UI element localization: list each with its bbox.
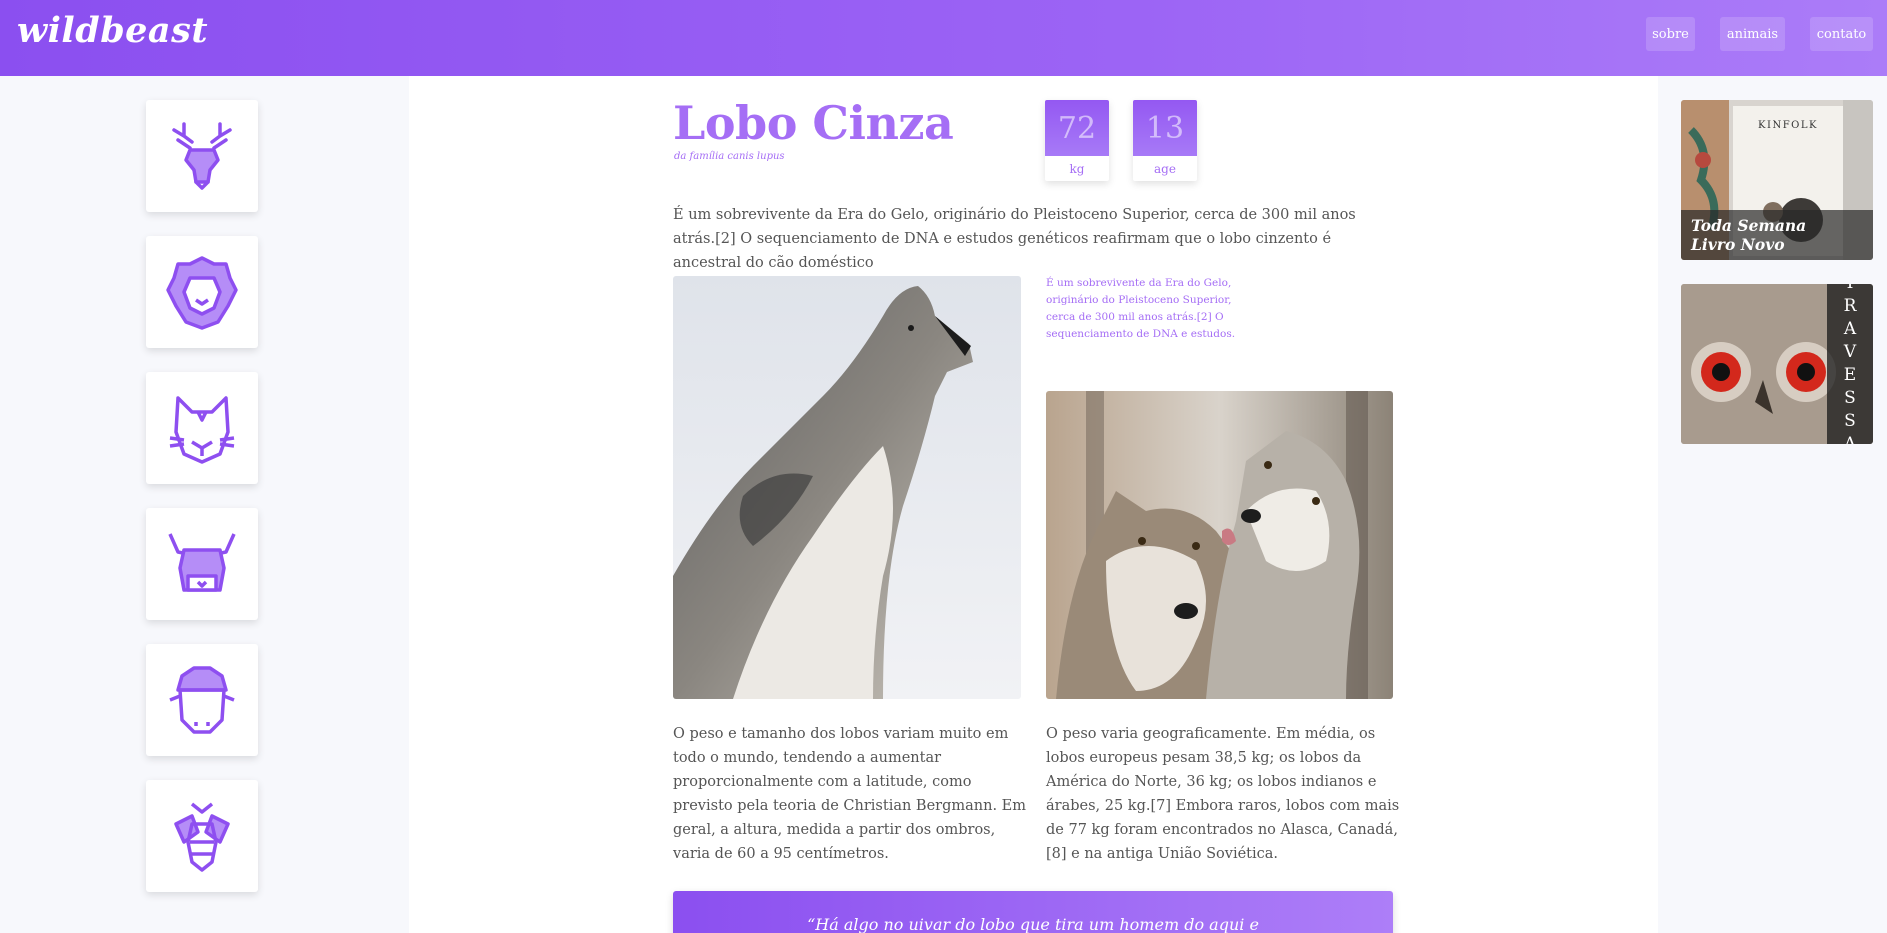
animal-card-deer[interactable] (146, 100, 258, 212)
ad-letter: S (1844, 388, 1856, 408)
animal-card-sheep[interactable] (146, 644, 258, 756)
ad-letter: A (1843, 434, 1857, 444)
two-wolves-photo (1046, 391, 1393, 699)
stat-age-label: age (1154, 161, 1176, 176)
cat-icon (169, 396, 235, 464)
nav-sobre[interactable]: sobre (1646, 17, 1695, 51)
quote-banner: “Há algo no uivar do lobo que tira um ho… (673, 891, 1393, 933)
ad-letter: E (1843, 365, 1857, 385)
stat-weight: 72 kg (1045, 100, 1109, 181)
wolf-howling-photo (673, 276, 1021, 699)
ad-book-label: KINFOLK (1758, 120, 1818, 131)
body-paragraph-right: O peso varia geograficamente. Em média, … (1046, 726, 1400, 862)
stat-age-value: 13 (1133, 100, 1197, 156)
stat-weight-label: kg (1069, 161, 1085, 176)
ad-travessa[interactable]: T R A V E S S A (1681, 284, 1873, 444)
animal-card-bull[interactable] (146, 508, 258, 620)
side-note: É um sobrevivente da Era do Gelo, origin… (1046, 277, 1236, 340)
deer-icon (172, 122, 232, 190)
site-logo[interactable]: wildbeast (17, 10, 208, 51)
body-paragraph-left: O peso e tamanho dos lobos variam muito … (673, 726, 1026, 862)
ad-letter: T (1844, 284, 1855, 295)
ad-caption: Toda Semana Livro Novo (1681, 210, 1873, 260)
nav-animais[interactable]: animais (1720, 17, 1785, 51)
ad-book-weekly[interactable]: KINFOLK Toda Semana Livro Novo (1681, 100, 1873, 260)
nav-contato[interactable]: contato (1810, 17, 1873, 51)
intro-paragraph: É um sobrevivente da Era do Gelo, origin… (673, 207, 1356, 271)
ad-vertical-text: T R A V E S S A (1827, 284, 1873, 444)
ad-caption-line1: Toda Semana (1691, 216, 1807, 235)
page-title: Lobo Cinza (673, 96, 954, 150)
ad-letter: S (1844, 411, 1856, 431)
ad-letter: R (1843, 296, 1857, 316)
top-header: wildbeast sobre animais contato (0, 0, 1887, 76)
stat-age: 13 age (1133, 100, 1197, 181)
bee-icon (174, 802, 230, 872)
lion-icon (166, 256, 238, 330)
ad-caption-line2: Livro Novo (1691, 235, 1785, 254)
stat-weight-value: 72 (1045, 100, 1109, 156)
animal-card-lion[interactable] (146, 236, 258, 348)
ad-letter: V (1843, 342, 1857, 362)
bull-icon (168, 533, 236, 592)
page-subtitle: da família canis lupus (674, 151, 785, 162)
sheep-icon (169, 666, 235, 734)
ad-letter: A (1843, 319, 1857, 339)
animal-card-cat[interactable] (146, 372, 258, 484)
animal-card-bee[interactable] (146, 780, 258, 892)
